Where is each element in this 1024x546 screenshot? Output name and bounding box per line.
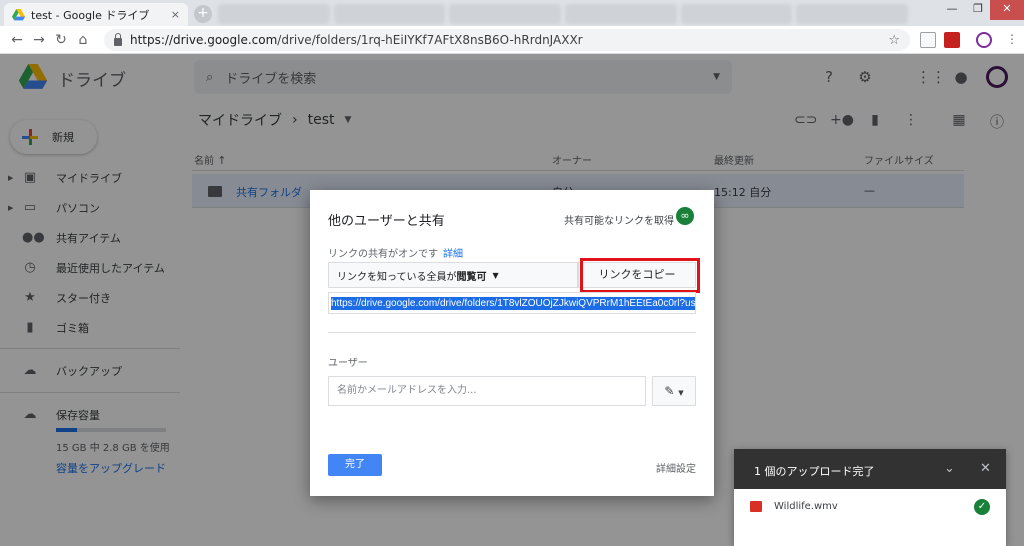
minimize-button[interactable]: — [938, 0, 966, 20]
user-email-input[interactable]: 名前かメールアドレスを入力... [328, 376, 646, 406]
tab-close-icon[interactable]: × [171, 8, 180, 21]
dialog-divider [328, 332, 696, 333]
google-drive-favicon-icon [12, 8, 25, 21]
upload-panel: 1 個のアップロード完了 ⌄ ✕ Wildlife.wmv ✓ [734, 449, 1006, 546]
upload-panel-header: 1 個のアップロード完了 ⌄ ✕ [734, 449, 1006, 489]
details-link[interactable]: 詳細 [443, 245, 463, 260]
collapse-chevron-icon[interactable]: ⌄ [944, 461, 955, 476]
share-url-text: https://drive.google.com/drive/folders/1… [331, 297, 695, 310]
address-bar: ← → ↻ ⌂ https://drive.google.com/drive/f… [0, 26, 1024, 54]
dropdown-arrow-icon: ▼ [492, 270, 499, 280]
pencil-icon: ✎ [664, 384, 675, 398]
extension-pdf-icon[interactable] [944, 32, 960, 48]
dialog-title: 他のユーザーと共有 [328, 214, 445, 229]
extension-doc-icon[interactable] [920, 32, 936, 48]
reload-icon[interactable]: ↻ [50, 32, 72, 48]
new-tab-button[interactable]: + [194, 5, 212, 23]
menu-kebab-icon[interactable]: ⋮ [1004, 32, 1020, 48]
permission-dropdown[interactable]: ✎ ▼ [652, 376, 696, 406]
close-icon[interactable]: ✕ [980, 461, 991, 476]
browser-tab-bar: test - Google ドライブ × + — ❐ ✕ [0, 0, 1024, 26]
lock-icon [114, 32, 122, 46]
share-url-field[interactable]: https://drive.google.com/drive/folders/1… [328, 292, 696, 314]
uploaded-file-name[interactable]: Wildlife.wmv [774, 501, 838, 512]
access-level: 閲覧可 [456, 271, 487, 283]
tab-title: test - Google ドライブ [31, 8, 150, 22]
check-circle-icon: ✓ [974, 499, 990, 515]
video-file-icon [750, 501, 762, 512]
share-dialog: 他のユーザーと共有 共有可能なリンクを取得 ∞ リンクの共有がオンです 詳細 リ… [310, 190, 714, 496]
highlight-box [580, 258, 700, 293]
done-button[interactable]: 完了 [328, 454, 382, 476]
link-toggle-icon[interactable]: ∞ [676, 207, 694, 225]
profile-icon[interactable] [976, 32, 992, 48]
blurred-tabs [218, 4, 909, 24]
forward-arrow-icon[interactable]: → [28, 32, 50, 48]
browser-tab[interactable]: test - Google ドライブ × [4, 3, 188, 26]
back-arrow-icon[interactable]: ← [6, 32, 28, 48]
link-access-dropdown[interactable]: リンクを知っている全員が 閲覧可 ▼ [328, 262, 578, 288]
advanced-settings-link[interactable]: 詳細設定 [656, 460, 696, 475]
chevron-down-icon: ▼ [678, 389, 684, 397]
bookmark-star-icon[interactable]: ☆ [888, 33, 900, 48]
upload-status-title: 1 個のアップロード完了 [754, 465, 875, 478]
users-label: ユーザー [328, 358, 368, 369]
link-sharing-status: リンクの共有がオンです [328, 249, 438, 260]
home-icon[interactable]: ⌂ [72, 32, 94, 48]
get-shareable-link[interactable]: 共有可能なリンクを取得 [564, 212, 674, 227]
maximize-button[interactable]: ❐ [964, 0, 992, 20]
access-prefix: リンクを知っている全員が [337, 271, 457, 283]
close-window-button[interactable]: ✕ [990, 0, 1024, 20]
url-field[interactable]: https://drive.google.com/drive/folders/1… [104, 29, 910, 51]
url-text: https://drive.google.com/drive/folders/1… [130, 33, 583, 47]
